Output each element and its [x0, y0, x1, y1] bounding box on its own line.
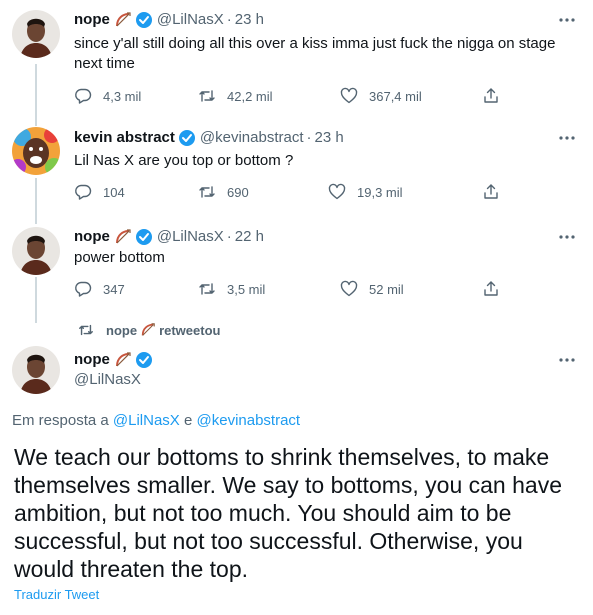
like-count: 52 mil — [369, 281, 404, 297]
reply-icon — [75, 184, 92, 200]
bow-and-arrow-emoji-icon — [114, 11, 132, 29]
reply-user-link[interactable]: @kevinabstract — [197, 412, 301, 429]
retweet-count: 690 — [227, 184, 249, 200]
translate-tweet-link[interactable]: Traduzir Tweet — [14, 587, 99, 602]
like-button[interactable]: 367,4 mil — [340, 86, 422, 106]
reply-button[interactable]: 347 — [74, 279, 125, 299]
bow-and-arrow-emoji-icon — [114, 351, 132, 369]
reply-button[interactable]: 104 — [74, 182, 125, 202]
tweet-actions: 347 3,5 mil 52 mil — [74, 279, 514, 299]
retweet-icon — [199, 283, 215, 295]
reply-user-link[interactable]: @LilNasX — [113, 412, 180, 429]
tweet-header: nope @LilNasX · 23 h — [74, 10, 264, 30]
timestamp[interactable]: 23 h — [235, 10, 264, 30]
share-button[interactable] — [482, 182, 500, 202]
tweet-2[interactable]: kevin abstract @kevinabstract · 23 h Lil… — [0, 115, 593, 215]
timestamp[interactable]: 23 h — [315, 128, 344, 148]
separator-dot: · — [226, 228, 232, 245]
tweet-text: since y'all still doing all this over a … — [74, 35, 556, 72]
verified-badge-icon — [135, 228, 153, 246]
retweet-icon — [199, 90, 215, 102]
like-count: 367,4 mil — [369, 88, 422, 104]
heart-icon — [328, 183, 346, 200]
user-handle[interactable]: @LilNasX — [74, 370, 141, 390]
tweet-header: nope — [74, 350, 153, 370]
more-icon[interactable] — [557, 350, 577, 370]
retweet-button[interactable]: 3,5 mil — [198, 279, 265, 299]
tweet-1[interactable]: nope @LilNasX · 23 h since y'all still d… — [0, 0, 593, 115]
bow-and-arrow-emoji-icon — [114, 228, 132, 246]
tweet-header: nope @LilNasX · 22 h — [74, 227, 264, 247]
separator-dot: · — [306, 129, 312, 146]
avatar[interactable] — [12, 127, 60, 175]
retweet-icon — [79, 324, 93, 336]
tweet-3[interactable]: nope @LilNasX · 22 h power bottom 347 3,… — [0, 215, 593, 315]
user-handle[interactable]: @kevinabstract — [200, 128, 304, 148]
reply-count: 4,3 mil — [103, 88, 142, 104]
verified-badge-icon — [135, 351, 153, 369]
retweeter-name[interactable]: nope — [106, 323, 137, 338]
reply-icon — [75, 88, 92, 104]
verified-badge-icon — [178, 129, 196, 147]
main-tweet-text: We teach our bottoms to shrink themselve… — [14, 444, 562, 582]
bow-and-arrow-emoji-icon — [140, 322, 156, 338]
share-icon — [484, 281, 498, 296]
heart-icon — [340, 87, 358, 104]
retweet-icon — [199, 186, 215, 198]
tweet-header: kevin abstract @kevinabstract · 23 h — [74, 128, 344, 148]
avatar[interactable] — [12, 346, 60, 394]
reply-context: Em resposta a @LilNasX e @kevinabstract — [12, 412, 300, 429]
tweet-handle-row: @LilNasX — [74, 370, 141, 390]
avatar[interactable] — [12, 10, 60, 58]
share-icon — [484, 184, 498, 199]
reply-button[interactable]: 4,3 mil — [74, 86, 141, 106]
reply-prefix: Em resposta a — [12, 412, 109, 429]
avatar[interactable] — [12, 227, 60, 275]
more-icon[interactable] — [557, 227, 577, 247]
retweet-count: 42,2 mil — [227, 88, 273, 104]
tweet-actions: 104 690 19,3 mil — [74, 182, 514, 202]
reply-connector: e — [183, 412, 193, 429]
retweet-button[interactable]: 690 — [198, 182, 249, 202]
like-count: 19,3 mil — [357, 184, 403, 200]
user-handle[interactable]: @LilNasX — [157, 10, 224, 30]
tweet-actions: 4,3 mil 42,2 mil 367,4 mil — [74, 86, 514, 106]
retweet-label-text: retweetou — [159, 322, 221, 338]
share-button[interactable] — [482, 86, 500, 106]
verified-badge-icon — [135, 11, 153, 29]
reply-icon — [75, 281, 92, 297]
retweet-button[interactable]: 42,2 mil — [198, 86, 273, 106]
display-name[interactable]: kevin abstract — [74, 128, 175, 148]
display-name[interactable]: nope — [74, 10, 110, 30]
reply-count: 104 — [103, 184, 125, 200]
like-button[interactable]: 52 mil — [340, 279, 404, 299]
tweet-text: Lil Nas X are you top or bottom ? — [74, 152, 294, 169]
share-button[interactable] — [482, 279, 500, 299]
like-button[interactable]: 19,3 mil — [328, 182, 403, 202]
display-name[interactable]: nope — [74, 227, 110, 247]
more-icon[interactable] — [557, 128, 577, 148]
separator-dot: · — [226, 11, 232, 28]
timestamp[interactable]: 22 h — [235, 227, 264, 247]
tweet-text: power bottom — [74, 249, 165, 266]
more-icon[interactable] — [557, 10, 577, 30]
heart-icon — [340, 280, 358, 297]
retweet-banner: nope retweetou — [78, 322, 220, 338]
retweet-count: 3,5 mil — [227, 281, 266, 297]
share-icon — [484, 88, 498, 103]
display-name[interactable]: nope — [74, 350, 110, 370]
reply-count: 347 — [103, 281, 125, 297]
user-handle[interactable]: @LilNasX — [157, 227, 224, 247]
